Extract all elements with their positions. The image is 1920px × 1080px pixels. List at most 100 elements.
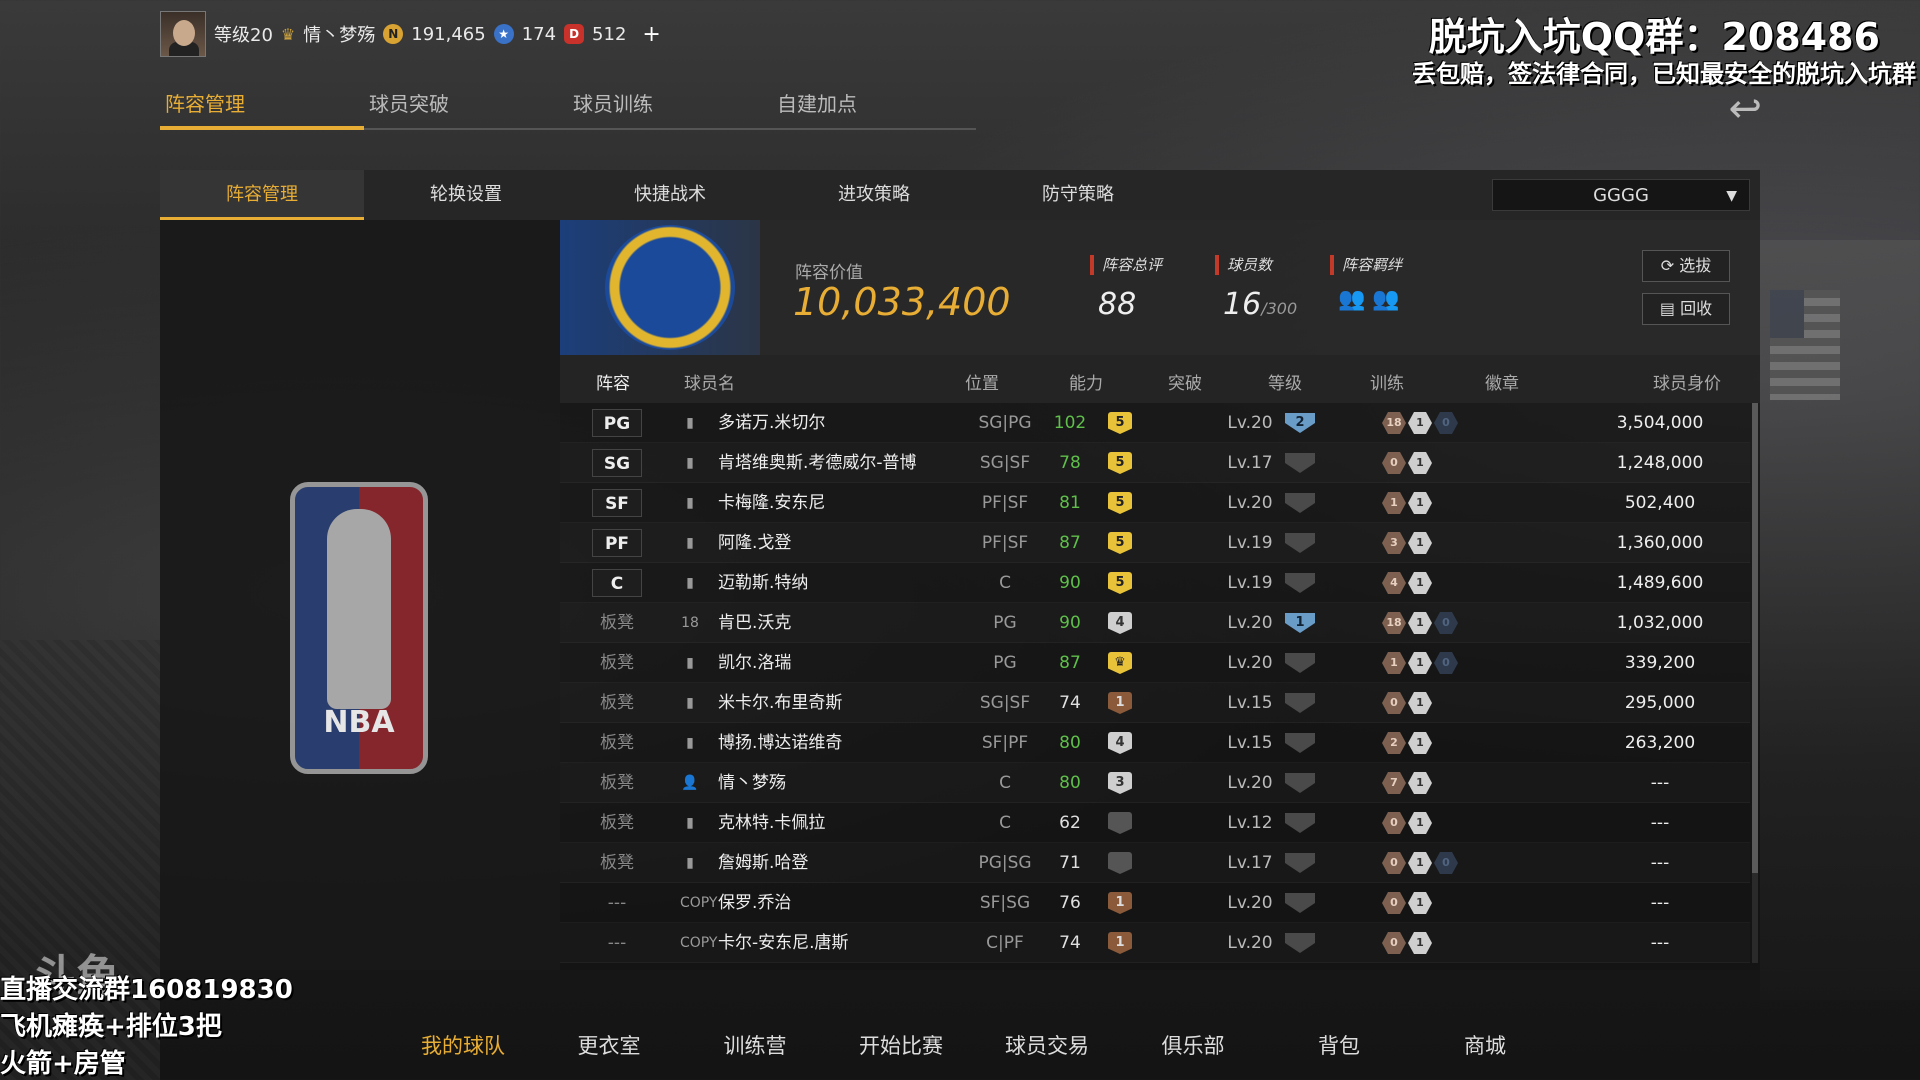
badge-group: 41	[1382, 572, 1432, 594]
player-name[interactable]: 卡尔-安东尼.唐斯	[718, 923, 849, 963]
table-row[interactable]: 板凳 ▮ 詹姆斯.哈登 PG|SG 71 Lv.17 010 ---	[560, 843, 1750, 883]
lineup-select[interactable]: GGGG ▼	[1492, 179, 1750, 211]
badge-icon: 0	[1382, 932, 1406, 954]
star-amount: 174	[521, 23, 557, 45]
lineup-slot[interactable]: ---	[592, 923, 642, 963]
table-row[interactable]: SG ▮ 肯塔维奥斯.考德威尔-普博 SG|SF 78 5 Lv.17 01 1…	[560, 443, 1750, 483]
table-row[interactable]: 板凳 ▮ 米卡尔.布里奇斯 SG|SF 74 1 Lv.15 01 295,00…	[560, 683, 1750, 723]
badge-group: 01	[1382, 692, 1432, 714]
col-level[interactable]: 等级	[1268, 369, 1302, 394]
stats-bars-icon: ▮	[686, 535, 694, 551]
tab-player-training[interactable]: 球员训练	[568, 88, 772, 130]
table-row[interactable]: PG ▮ 多诺万.米切尔 SG|PG 102 5 Lv.20 2 18 1 0 3,…	[560, 403, 1750, 443]
draft-button-label: 选拔	[1679, 256, 1712, 275]
lineup-slot[interactable]: PF	[592, 529, 642, 557]
lineup-slot[interactable]: 板凳	[592, 803, 642, 843]
table-row[interactable]: 板凳 18 肯巴.沃克 PG 90 4 Lv.20 1 18 1 0 1,032,0…	[560, 603, 1750, 643]
table-row[interactable]: PF ▮ 阿隆.戈登 PF|SF 87 5 Lv.19 31 1,360,000	[560, 523, 1750, 563]
nav-backpack[interactable]: 背包	[1266, 1030, 1412, 1060]
badge-icon: 0	[1382, 892, 1406, 914]
table-row[interactable]: 板凳 ▮ 博扬.博达诺维奇 SF|PF 80 4 Lv.15 21 263,20…	[560, 723, 1750, 763]
player-name[interactable]: 肯塔维奥斯.考德威尔-普博	[718, 443, 917, 483]
player-name[interactable]: 卡梅隆.安东尼	[718, 483, 825, 523]
table-row[interactable]: 板凳 ▮ 凯尔.洛瑞 PG 87 ♛ Lv.20 110 339,200	[560, 643, 1750, 683]
nav-club[interactable]: 俱乐部	[1120, 1030, 1266, 1060]
background-flag	[1770, 290, 1840, 400]
avatar[interactable]	[160, 11, 206, 57]
player-name[interactable]: 詹姆斯.哈登	[718, 843, 808, 883]
nav-start-game[interactable]: 开始比赛	[828, 1030, 974, 1060]
badge-group: 31	[1382, 532, 1432, 554]
subtab-quick-tactics[interactable]: 快捷战术	[568, 170, 772, 220]
badge-icon: 1	[1408, 452, 1432, 474]
chemistry-icon[interactable]: 👥 👥	[1330, 287, 1402, 312]
player-name[interactable]: 保罗.乔治	[718, 883, 791, 923]
badge-icon: 1	[1408, 772, 1432, 794]
overall-value: 88	[1098, 287, 1137, 322]
lineup-slot[interactable]: 板凳	[592, 603, 642, 643]
subtab-defense[interactable]: 防守策略	[976, 170, 1180, 220]
table-scrollbar-thumb[interactable]	[1752, 403, 1758, 873]
player-name[interactable]: 阿隆.戈登	[718, 523, 791, 563]
badge-group: 21	[1382, 732, 1432, 754]
back-icon[interactable]: ↩	[1728, 86, 1762, 132]
col-price[interactable]: 球员身价	[1653, 369, 1721, 394]
table-row[interactable]: C ▮ 迈勒斯.特纳 C 90 5 Lv.19 41 1,489,600	[560, 563, 1750, 603]
player-price: 1,032,000	[1616, 613, 1704, 633]
add-currency-button[interactable]: +	[642, 22, 660, 47]
recycle-button[interactable]: ▤ 回收	[1642, 293, 1730, 325]
col-training[interactable]: 训练	[1370, 369, 1404, 394]
lineup-slot[interactable]: 板凳	[592, 683, 642, 723]
tab-custom-points[interactable]: 自建加点	[772, 88, 976, 130]
col-position[interactable]: 位置	[965, 369, 999, 394]
gold-coin-icon: N	[383, 24, 404, 44]
table-row[interactable]: SF ▮ 卡梅隆.安东尼 PF|SF 81 5 Lv.20 11 502,400	[560, 483, 1750, 523]
lineup-slot[interactable]: SF	[592, 489, 642, 517]
subtab-offense[interactable]: 进攻策略	[772, 170, 976, 220]
player-name[interactable]: 凯尔.洛瑞	[718, 643, 791, 683]
nav-my-team[interactable]: 我的球队	[390, 1030, 536, 1060]
table-row[interactable]: --- COPY 保罗.乔治 SF|SG 76 1 Lv.20 01 ---	[560, 883, 1750, 923]
table-row[interactable]: --- COPY 卡尔-安东尼.唐斯 C|PF 74 1 Lv.20 01 --…	[560, 923, 1750, 963]
badge-icon: 7	[1382, 772, 1406, 794]
subtab-rotation[interactable]: 轮换设置	[364, 170, 568, 220]
draft-button[interactable]: ⟳ 选拔	[1642, 250, 1730, 282]
stats-bars-icon: ▮	[686, 735, 694, 751]
tab-lineup-management[interactable]: 阵容管理	[160, 88, 364, 130]
col-player-name[interactable]: 球员名	[684, 369, 735, 394]
nav-player-trade[interactable]: 球员交易	[974, 1030, 1120, 1060]
ticket-icon: D	[564, 24, 585, 44]
lineup-slot[interactable]: 板凳	[592, 723, 642, 763]
lineup-slot[interactable]: C	[592, 569, 642, 597]
nav-locker-room[interactable]: 更衣室	[536, 1030, 682, 1060]
lineup-slot[interactable]: 板凳	[592, 643, 642, 683]
player-name[interactable]: 多诺万.米切尔	[718, 403, 825, 443]
subtab-lineup[interactable]: 阵容管理	[160, 170, 364, 220]
nav-training-camp[interactable]: 训练营	[682, 1030, 828, 1060]
table-row[interactable]: 板凳 👤 情丶梦殇 C 80 3 Lv.20 71 ---	[560, 763, 1750, 803]
col-lineup[interactable]: 阵容	[596, 369, 630, 394]
table-row[interactable]: 板凳 ▮ 克林特.卡佩拉 C 62 Lv.12 01 ---	[560, 803, 1750, 843]
player-tag-icon: COPY	[680, 895, 718, 911]
lineup-slot[interactable]: PG	[592, 409, 642, 437]
lineup-slot[interactable]: 板凳	[592, 763, 642, 803]
lineup-slot[interactable]: ---	[592, 883, 642, 923]
player-name[interactable]: 博扬.博达诺维奇	[718, 723, 842, 763]
col-ability[interactable]: 能力	[1069, 369, 1103, 394]
lineup-slot[interactable]: 板凳	[592, 843, 642, 883]
player-name[interactable]: 肯巴.沃克	[718, 603, 791, 643]
badge-icon: 0	[1434, 852, 1458, 874]
table-scrollbar[interactable]	[1752, 403, 1758, 963]
nav-shop[interactable]: 商城	[1412, 1030, 1558, 1060]
player-name[interactable]: 迈勒斯.特纳	[718, 563, 808, 603]
tab-player-breakthrough[interactable]: 球员突破	[364, 88, 568, 130]
player-name[interactable]: 克林特.卡佩拉	[718, 803, 825, 843]
stream-overlay-text: 直播交流群160819830 飞机瘫痪+排位3把 火箭+房管	[0, 972, 293, 1080]
player-name[interactable]: 情丶梦殇	[718, 763, 786, 803]
recycle-icon: ▤	[1659, 299, 1675, 318]
col-badges[interactable]: 徽章	[1485, 369, 1519, 394]
player-name[interactable]: 米卡尔.布里奇斯	[718, 683, 842, 723]
lineup-slot[interactable]: SG	[592, 449, 642, 477]
player-tag-icon: COPY	[680, 935, 718, 951]
col-breakthrough[interactable]: 突破	[1168, 369, 1202, 394]
